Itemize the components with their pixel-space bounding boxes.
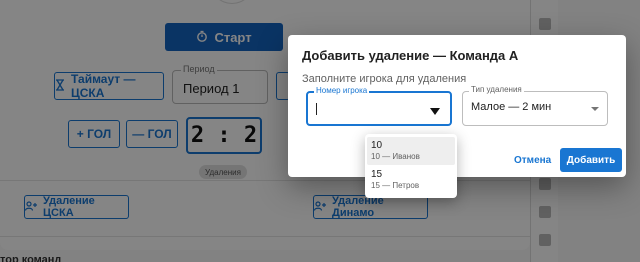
dialog-subtitle: Заполните игрока для удаления bbox=[302, 73, 467, 85]
add-button[interactable]: Добавить bbox=[560, 148, 622, 172]
penalty-type-label: Тип удаления bbox=[469, 85, 524, 94]
dropdown-arrow-icon[interactable] bbox=[591, 107, 599, 111]
dialog-title: Добавить удаление — Команда A bbox=[302, 48, 519, 63]
option-detail: 15 — Петров bbox=[371, 181, 420, 190]
cancel-button[interactable]: Отмена bbox=[514, 149, 551, 171]
option-number: 15 bbox=[371, 169, 383, 180]
player-options-menu: 10 10 — Иванов 15 15 — Петров bbox=[365, 134, 457, 198]
player-number-label: Номер игрока bbox=[314, 86, 370, 95]
text-cursor bbox=[316, 103, 317, 115]
penalty-type-select[interactable]: Тип удаления Малое — 2 мин bbox=[462, 85, 608, 126]
add-penalty-dialog: Добавить удаление — Команда A Заполните … bbox=[288, 35, 626, 177]
player-number-select[interactable]: Номер игрока bbox=[306, 86, 452, 126]
option-detail: 10 — Иванов bbox=[371, 152, 420, 161]
menu-option[interactable]: 15 15 — Петров bbox=[367, 166, 455, 194]
option-number: 10 bbox=[371, 140, 383, 151]
penalty-type-value: Малое — 2 мин bbox=[471, 101, 552, 113]
dropdown-arrow-icon[interactable] bbox=[430, 108, 440, 115]
menu-option[interactable]: 10 10 — Иванов bbox=[367, 137, 455, 165]
